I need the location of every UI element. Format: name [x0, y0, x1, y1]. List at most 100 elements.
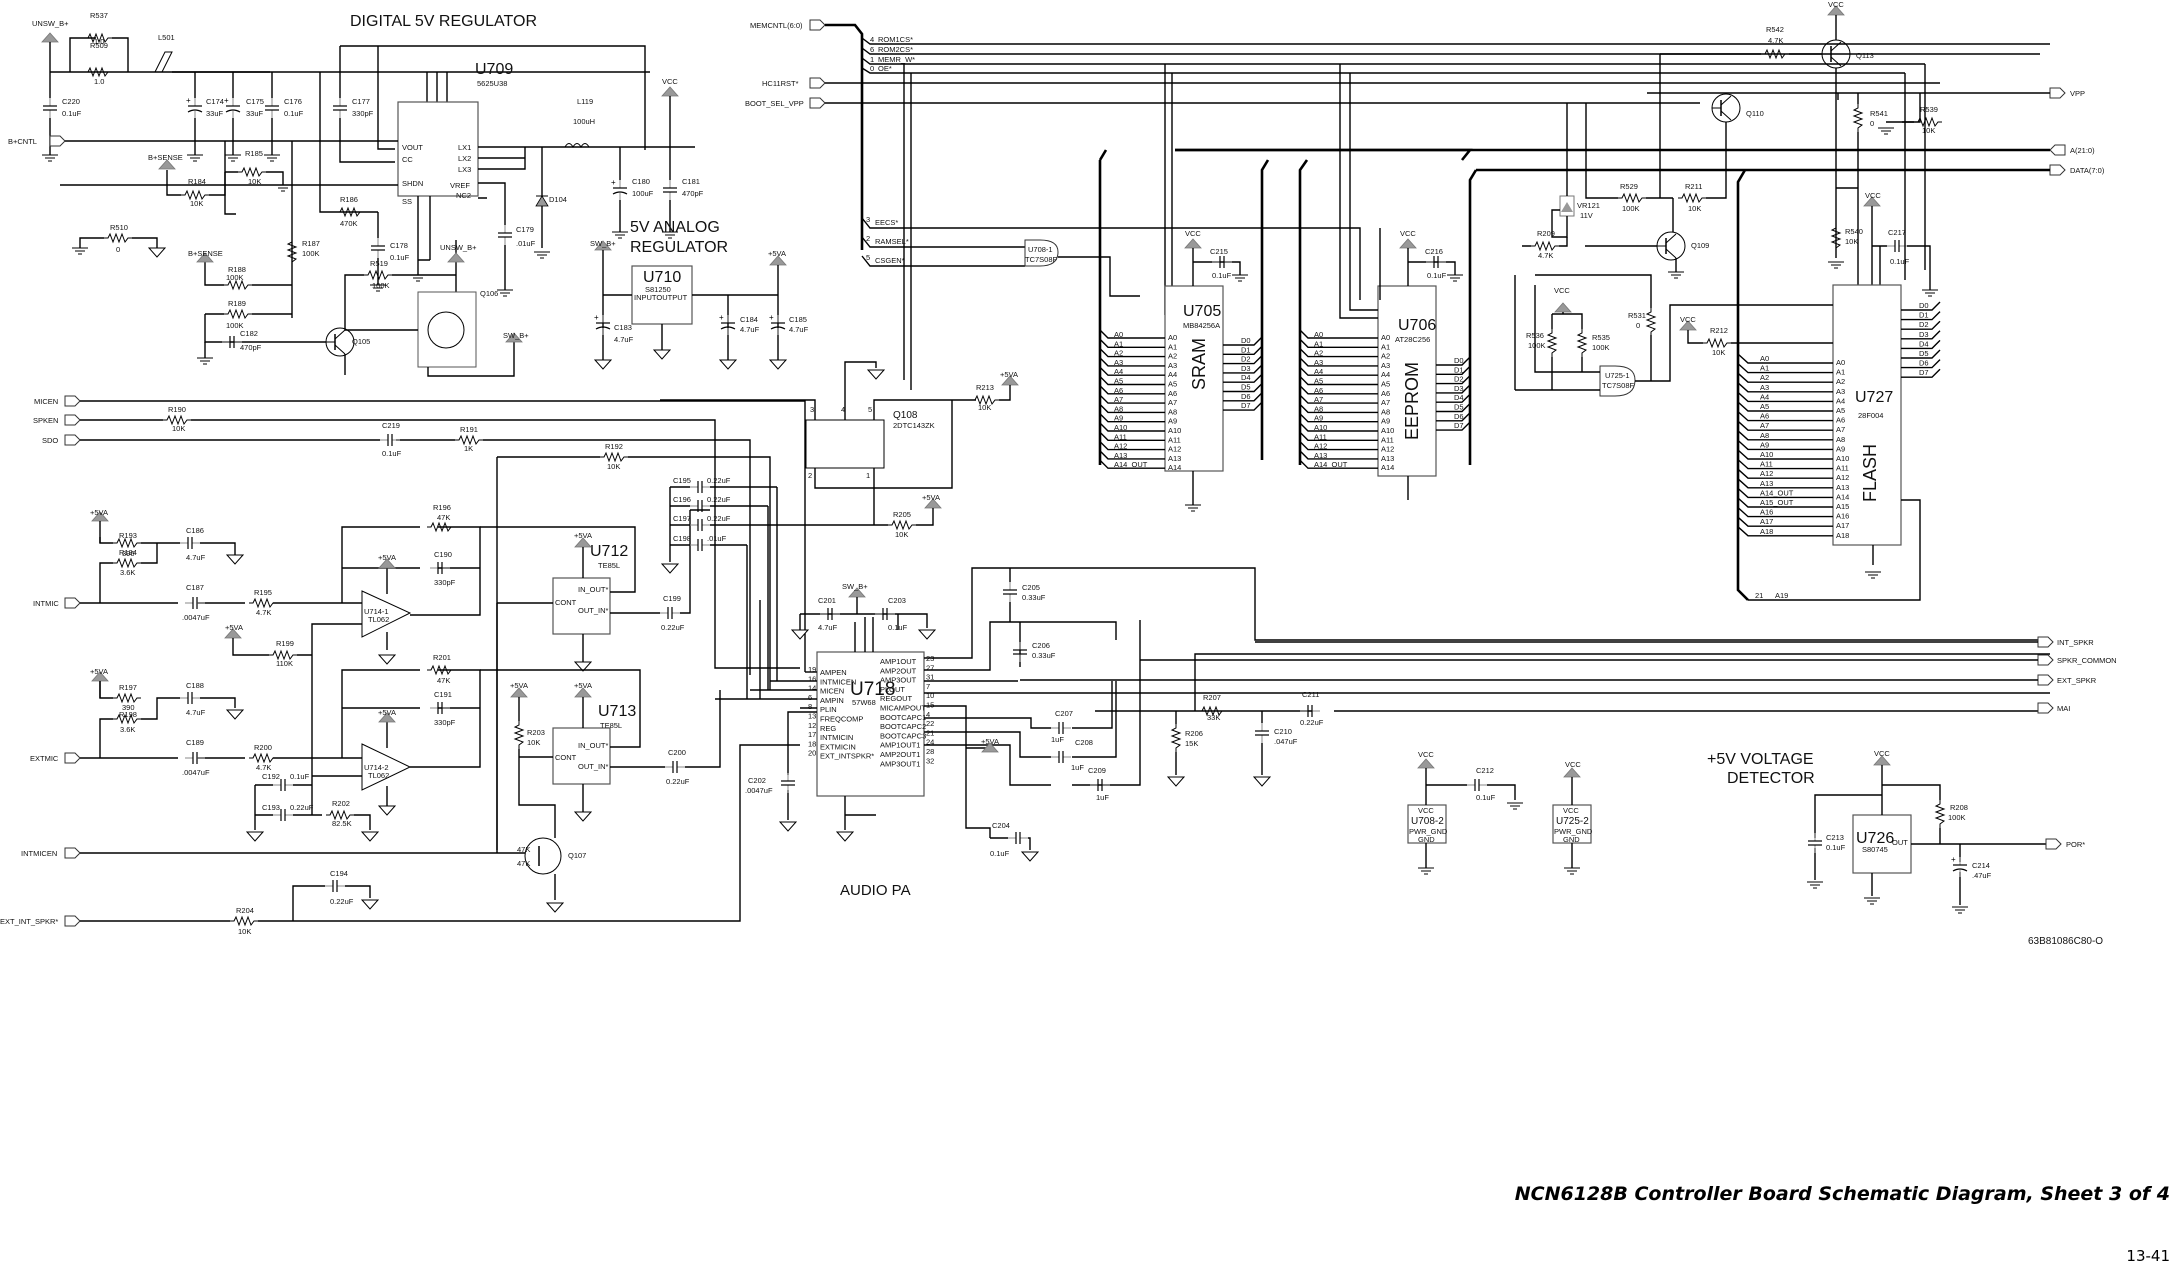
port-b-cntl[interactable]: B+CNTL — [8, 135, 66, 147]
ic-pin-name: A7 — [1836, 425, 1845, 434]
ic-pin-name: A7 — [1168, 398, 1177, 407]
svg-text:0: 0 — [870, 64, 874, 73]
u718-pin-number: 13 — [808, 712, 816, 721]
svg-text:C202: C202 — [748, 776, 766, 785]
svg-text:10K: 10K — [978, 403, 991, 412]
resistor-r541: R5410 — [1853, 93, 1888, 285]
port-int-spkr[interactable]: INT_SPKR — [2037, 636, 2094, 648]
port-ext-int-spkr[interactable]: EXT_INT_SPKR* — [0, 915, 81, 927]
port-por[interactable]: POR* — [2045, 838, 2085, 850]
u718-pin-number: 20 — [808, 749, 816, 758]
address-pin-label: A14_OUT — [1760, 488, 1794, 497]
svg-text:B+SENSE: B+SENSE — [188, 249, 223, 258]
ic-pin-name: A6 — [1836, 416, 1845, 425]
port-memcntl[interactable]: MEMCNTL(6:0) — [750, 19, 826, 31]
ic-pin-name: A10 — [1168, 426, 1181, 435]
port-vpp[interactable]: VPP — [2049, 87, 2085, 99]
svg-text:VCC: VCC — [1418, 806, 1434, 815]
data-pin-label: D1 — [1241, 345, 1251, 354]
svg-text:R194: R194 — [119, 548, 137, 557]
ic-pin-name: A4 — [1836, 396, 1845, 405]
svg-text:EXT_SPKR: EXT_SPKR — [2057, 676, 2097, 685]
svg-text:U713: U713 — [598, 703, 636, 720]
svg-text:Q105: Q105 — [352, 337, 370, 346]
port-addr[interactable]: A(21:0) — [2049, 144, 2095, 156]
address-pin-label: A9 — [1114, 414, 1123, 423]
port-spken[interactable]: SPKEN — [33, 414, 81, 426]
svg-text:R535: R535 — [1592, 333, 1610, 342]
capacitor-c200: C200 0.22uF — [664, 690, 721, 786]
u718-pin-number: 7 — [926, 682, 930, 691]
port-boot-sel-vpp[interactable]: BOOT_SEL_VPP — [745, 97, 826, 109]
svg-text:4.7uF: 4.7uF — [789, 325, 809, 334]
ic-pin-name: A4 — [1381, 370, 1390, 379]
u718-pin-name: EXTMICIN — [820, 742, 856, 751]
svg-text:Q108: Q108 — [893, 410, 918, 421]
port-data[interactable]: DATA(7:0) — [2049, 164, 2105, 176]
u718-pin-name: EXT_INTSPKR* — [820, 752, 874, 761]
svg-text:C187: C187 — [186, 583, 204, 592]
svg-text:MEMR_W*: MEMR_W* — [878, 55, 915, 64]
svg-text:0.1uF: 0.1uF — [1212, 271, 1232, 280]
svg-text:OE*: OE* — [878, 64, 892, 73]
port-micen[interactable]: MICEN — [34, 395, 81, 407]
svg-text:TL062: TL062 — [368, 771, 389, 780]
svg-text:4.7uF: 4.7uF — [186, 708, 206, 717]
svg-text:R191: R191 — [460, 425, 478, 434]
capacitor-c188: C188 4.7uF — [179, 681, 206, 717]
port-sdo[interactable]: SDO — [42, 434, 81, 446]
svg-text:82.5K: 82.5K — [332, 819, 352, 828]
u718-pin-number: 27 — [926, 663, 934, 672]
capacitor-c210: C210.047uF — [1253, 711, 1298, 787]
svg-text:VCC: VCC — [1680, 315, 1696, 324]
svg-text:EECS*: EECS* — [875, 218, 898, 227]
port-ext-spkr[interactable]: EXT_SPKR — [2037, 674, 2097, 686]
address-pin-label: A11 — [1114, 432, 1127, 441]
svg-text:R206: R206 — [1185, 729, 1203, 738]
svg-text:CONT: CONT — [555, 753, 577, 762]
svg-text:C201: C201 — [818, 596, 836, 605]
resistor-r519: UNSW_B+ R519 100K — [344, 240, 477, 300]
svg-text:100K: 100K — [1948, 813, 1966, 822]
port-intmicen[interactable]: INTMICEN — [21, 847, 81, 859]
resistor-r536: R536100K — [1526, 328, 1557, 358]
ic-pin-name: A1 — [1381, 342, 1390, 351]
ic-pin-name: A9 — [1381, 417, 1390, 426]
resistor-r207: R207 33K — [1197, 693, 1227, 722]
inductor-l119: L119 100uH — [564, 97, 595, 149]
ic-u712: U712TE85L CONTIN_OUT* OUT_IN* +5VA — [480, 526, 660, 672]
port-spkr-common[interactable]: SPKR_COMMON — [2037, 654, 2117, 666]
u718-pin-name: BOOTCAPC3 — [880, 731, 926, 740]
u718-pin-name: REGOUT — [880, 694, 913, 703]
svg-text:R189: R189 — [228, 299, 246, 308]
svg-text:C214: C214 — [1972, 861, 1990, 870]
svg-text:C188: C188 — [186, 681, 204, 690]
resistor-r542: R542 4.7K — [1659, 25, 1822, 198]
u718-pin-name: MICAMPOUT — [880, 704, 926, 713]
svg-text:U708-1: U708-1 — [1028, 245, 1053, 254]
svg-text:1uF: 1uF — [1071, 763, 1084, 772]
ic-u726: U726S80745OUT VCC R208100K C2130.1uF C21… — [1806, 749, 2046, 914]
svg-text:GND: GND — [1418, 835, 1435, 844]
svg-text:C189: C189 — [186, 738, 204, 747]
data-pin-label: D3 — [1919, 330, 1929, 339]
svg-text:MEMCNTL(6:0): MEMCNTL(6:0) — [750, 21, 803, 30]
address-pin-label: A4 — [1314, 367, 1323, 376]
port-hc11rst[interactable]: HC11RST* — [762, 77, 826, 89]
address-pin-label: A18 — [1760, 527, 1773, 536]
port-mai[interactable]: MAI — [2037, 702, 2070, 714]
capacitor-c179: C179 .01uF — [496, 224, 536, 297]
svg-text:C205: C205 — [1022, 583, 1040, 592]
ic-pin-name: A3 — [1168, 361, 1177, 370]
svg-text:L119: L119 — [577, 97, 593, 106]
ic-u710: U710 S81250 INPUTOUTPUT SW_B+ +5VA — [590, 239, 787, 370]
resistor-r199: +5VA R199 110K — [224, 623, 313, 815]
port-extmic[interactable]: EXTMIC — [30, 752, 81, 764]
svg-text:33uF: 33uF — [206, 109, 224, 118]
svg-text:S80745: S80745 — [1862, 845, 1888, 854]
port-intmic[interactable]: INTMIC — [33, 597, 81, 609]
page-number: 13-41 — [2126, 1247, 2170, 1265]
svg-text:100K: 100K — [1528, 341, 1546, 350]
svg-text:1: 1 — [866, 471, 870, 480]
svg-text:10K: 10K — [238, 927, 251, 936]
